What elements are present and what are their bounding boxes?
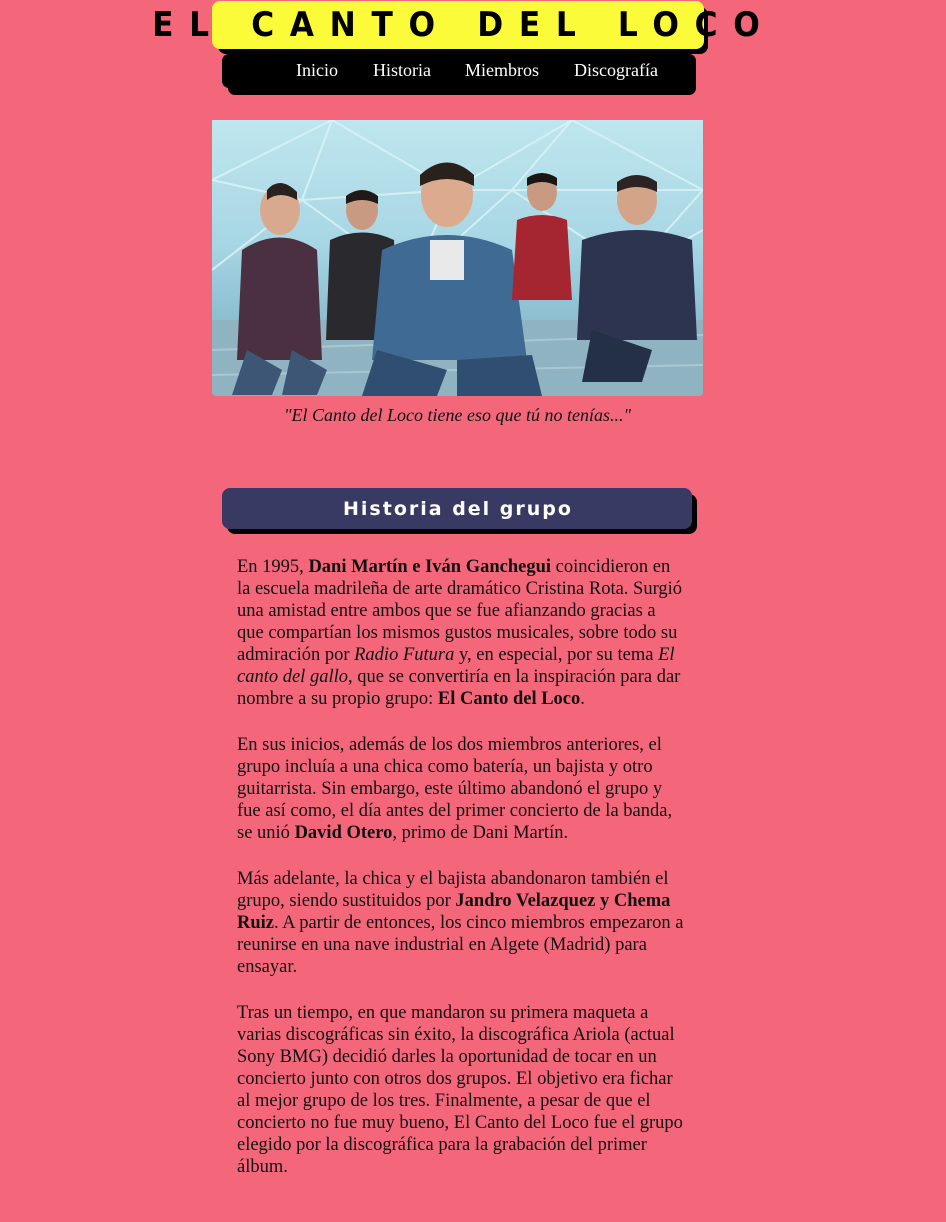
- p3-text-2: . A partir de entonces, los cinco miembr…: [237, 913, 684, 977]
- nav-item-historia[interactable]: Historia: [373, 60, 431, 81]
- hero-caption: "El Canto del Loco tiene eso que tú no t…: [283, 405, 632, 425]
- history-paragraph-3: Más adelante, la chica y el bajista aban…: [237, 868, 685, 978]
- history-paragraph-2: En sus inicios, además de los dos miembr…: [237, 734, 685, 844]
- logo-text: EL CANTO DEL LOCO: [152, 5, 776, 45]
- nav-item-miembros[interactable]: Miembros: [465, 60, 539, 81]
- section-header: Historia del grupo: [222, 488, 692, 529]
- section-title: Historia del grupo: [343, 497, 573, 520]
- nav-item-discografia[interactable]: Discografía: [574, 60, 658, 81]
- p2-bold-1: David Otero: [294, 823, 393, 843]
- history-content: En 1995, Dani Martín e Iván Ganchegui co…: [237, 556, 685, 1202]
- nav-item-inicio[interactable]: Inicio: [296, 60, 338, 81]
- p2-text-2: , primo de Dani Martín.: [392, 823, 569, 843]
- site-logo[interactable]: EL CANTO DEL LOCO: [152, 1, 760, 49]
- p1-italic-1: Radio Futura: [354, 645, 455, 665]
- band-photo-illustration: [212, 120, 703, 396]
- p4-text-1: Tras un tiempo, en que mandaron su prime…: [237, 1003, 683, 1177]
- history-paragraph-1: En 1995, Dani Martín e Iván Ganchegui co…: [237, 556, 685, 710]
- p1-bold-1: Dani Martín e Iván Ganchegui: [308, 557, 552, 577]
- history-paragraph-4: Tras un tiempo, en que mandaron su prime…: [237, 1002, 685, 1178]
- main-nav: Inicio Historia Miembros Discografía: [222, 54, 696, 88]
- band-photo: [212, 120, 703, 396]
- p1-bold-2: El Canto del Loco: [437, 689, 581, 709]
- p1-text-3: y, en especial, por su tema: [454, 645, 659, 665]
- p1-text-5: .: [580, 689, 585, 709]
- p1-text-1: En 1995,: [237, 557, 309, 577]
